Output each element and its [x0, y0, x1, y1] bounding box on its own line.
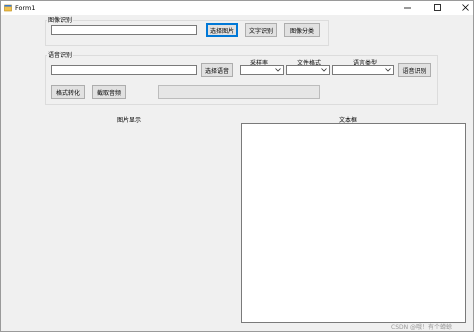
language-type-select[interactable]	[332, 65, 394, 75]
minimize-icon	[404, 7, 411, 9]
main-window: Form1 图像识别 选择图片 文字识别 图像分类 语音识别 选择语音 采样率 …	[0, 0, 474, 332]
window-title: Form1	[15, 4, 36, 12]
title-bar: Form1	[1, 1, 473, 15]
sample-rate-select[interactable]	[240, 65, 284, 75]
maximize-icon	[434, 4, 441, 11]
speech-recognition-label: 语音识别	[47, 50, 74, 59]
audio-path-input[interactable]	[51, 65, 197, 75]
close-button[interactable]	[453, 1, 474, 15]
app-icon	[4, 4, 12, 12]
select-audio-button[interactable]: 选择语音	[201, 63, 233, 77]
image-classification-button[interactable]: 图像分类	[284, 23, 320, 37]
image-display-label: 图片显示	[117, 117, 142, 124]
maximize-button[interactable]	[425, 1, 451, 15]
chevron-down-icon	[274, 67, 282, 73]
text-output-area[interactable]	[241, 123, 466, 323]
close-icon	[462, 4, 469, 11]
text-recognition-button[interactable]: 文字识别	[245, 23, 277, 37]
chevron-down-icon	[320, 67, 328, 73]
fetch-audio-button[interactable]: 截取音频	[92, 85, 126, 99]
minimize-button[interactable]	[395, 1, 421, 15]
progress-bar	[158, 85, 320, 99]
format-convert-button[interactable]: 格式转化	[51, 85, 85, 99]
image-path-input[interactable]	[51, 25, 197, 35]
file-format-select[interactable]	[286, 65, 330, 75]
speech-recognize-button[interactable]: 语音识别	[398, 63, 431, 77]
select-image-button[interactable]: 选择图片	[206, 23, 238, 37]
watermark: CSDN @哦！有个蝉蜍	[391, 324, 453, 331]
image-recognition-label: 图像识别	[47, 15, 74, 24]
chevron-down-icon	[384, 67, 392, 73]
